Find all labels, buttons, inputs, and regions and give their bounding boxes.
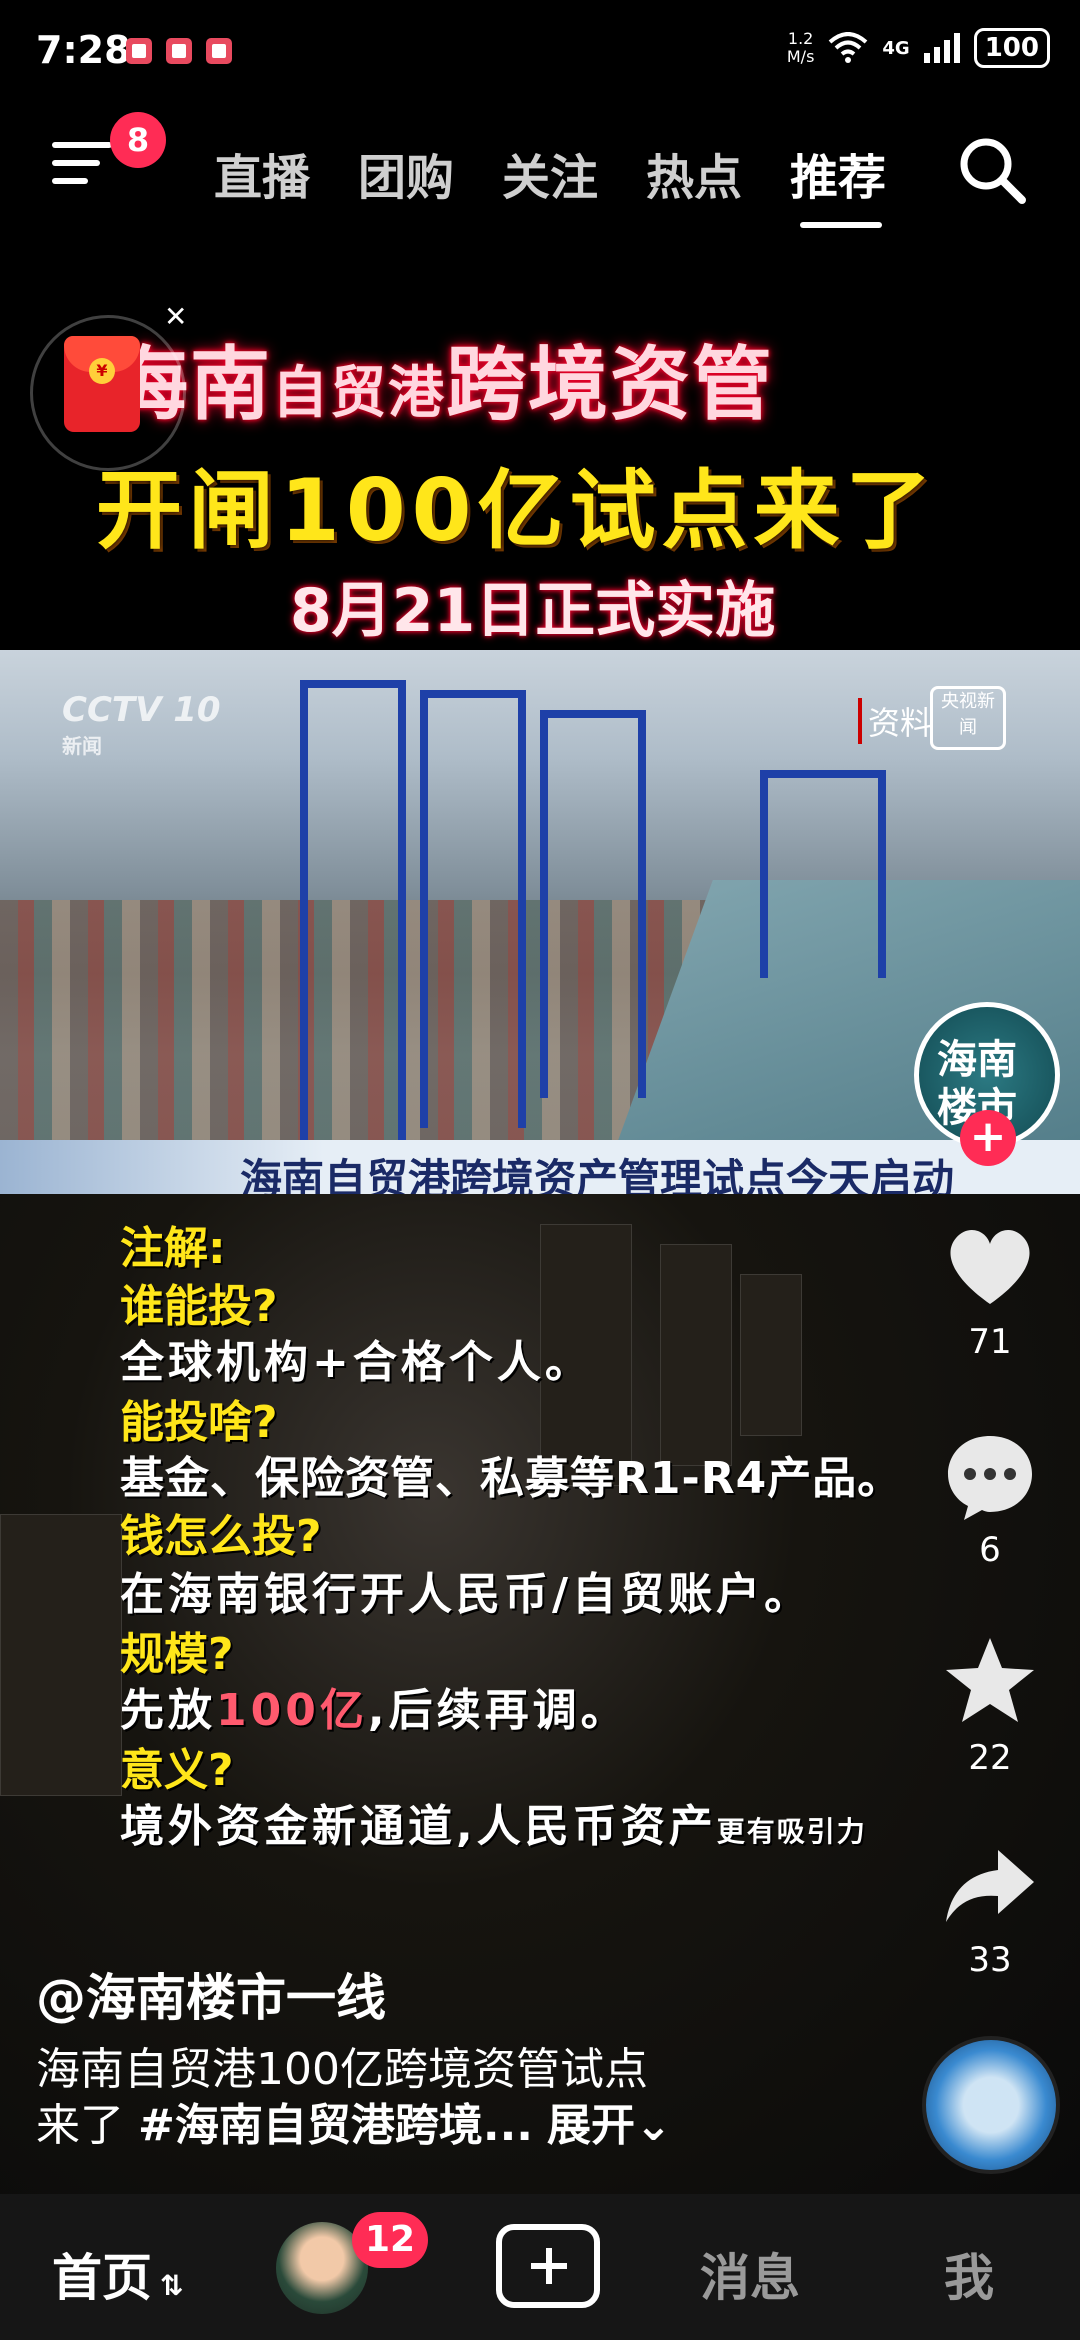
tab-trending[interactable]: 热点 xyxy=(646,138,742,208)
create-button[interactable] xyxy=(496,2224,600,2308)
net-speed: 1.2 M/s xyxy=(786,29,815,66)
follow-button[interactable]: + xyxy=(960,1110,1016,1166)
hashtag-link[interactable]: #海南自贸港跨境... xyxy=(138,2100,533,2151)
heart-icon[interactable] xyxy=(940,1216,1040,1316)
share-icon[interactable] xyxy=(940,1836,1040,1936)
tab-group-buy[interactable]: 团购 xyxy=(358,138,454,208)
nav-messages[interactable]: 消息 xyxy=(700,2238,800,2310)
search-icon[interactable] xyxy=(956,134,1028,206)
note-answer: 境外资金新通道,人民币资产更有吸引力 xyxy=(120,1801,867,1852)
source-tag: 资料 xyxy=(858,698,932,744)
expand-button[interactable]: 展开⌄ xyxy=(547,2100,672,2151)
menu-badge: 8 xyxy=(110,112,166,168)
status-time: 7:28 xyxy=(36,28,131,72)
active-tab-indicator xyxy=(800,222,882,228)
wifi-icon xyxy=(829,32,868,63)
notification-icon xyxy=(206,38,232,64)
like-count: 71 xyxy=(968,1322,1012,1362)
network-type: 4G xyxy=(882,37,910,59)
cctv-logo: CCTV 10 新闻 xyxy=(62,690,221,758)
video-title-line2: 开闸100亿试点来了 xyxy=(96,461,938,561)
chevron-down-icon: ⌄ xyxy=(635,2100,672,2151)
bottom-nav: 首页 ⇅ 12 消息 我 xyxy=(0,2194,1080,2340)
close-icon[interactable]: ✕ xyxy=(164,300,187,333)
note-question: 能投啥? xyxy=(120,1397,278,1448)
notification-icon xyxy=(166,38,192,64)
video-title-line1: 海南自贸港跨境资管 xyxy=(108,338,774,431)
status-bar: 7:28 1.2 M/s 4G 100 xyxy=(0,0,1080,100)
star-icon[interactable] xyxy=(940,1632,1040,1732)
note-answer: 全球机构+合格个人。 xyxy=(120,1337,593,1388)
tab-live[interactable]: 直播 xyxy=(214,138,310,208)
note-question: 钱怎么投? xyxy=(120,1511,322,1562)
nav-home[interactable]: 首页 ⇅ xyxy=(52,2238,183,2310)
tab-following[interactable]: 关注 xyxy=(502,138,598,208)
note-question: 意义? xyxy=(120,1745,234,1796)
video-title-line3: 8月21日正式实施 xyxy=(290,576,776,646)
favorite-count: 22 xyxy=(968,1738,1012,1778)
friends-badge: 12 xyxy=(352,2212,428,2268)
comment-icon[interactable] xyxy=(940,1426,1040,1526)
note-question: 谁能投? xyxy=(120,1281,278,1332)
signal-icon xyxy=(923,33,960,63)
note-header: 注解: xyxy=(120,1223,226,1274)
author-name[interactable]: @海南楼市一线 xyxy=(36,1958,386,2030)
notification-icon xyxy=(126,38,152,64)
share-count: 33 xyxy=(968,1940,1012,1980)
note-question: 规模? xyxy=(120,1629,234,1680)
note-answer: 基金、保险资管、私募等R1-R4产品。 xyxy=(120,1453,903,1504)
top-nav: 8 直播 团购 关注 热点 推荐 xyxy=(0,100,1080,230)
tab-recommended[interactable]: 推荐 xyxy=(790,138,886,208)
music-disc[interactable] xyxy=(922,2036,1060,2174)
battery-indicator: 100 xyxy=(973,28,1050,68)
note-answer: 先放100亿,后续再调。 xyxy=(120,1685,629,1736)
swap-icon: ⇅ xyxy=(160,2269,184,2302)
note-answer: 在海南银行开人民币/自贸账户。 xyxy=(120,1569,813,1620)
source-logo: 央视新闻 xyxy=(930,686,1006,750)
red-packet-icon[interactable]: ¥ xyxy=(64,336,140,432)
nav-me[interactable]: 我 xyxy=(944,2238,994,2310)
post-description: 海南自贸港100亿跨境资管试点 来了 #海南自贸港跨境... 展开⌄ xyxy=(36,2044,672,2151)
comment-count: 6 xyxy=(979,1530,1001,1570)
menu-button[interactable] xyxy=(52,142,112,192)
